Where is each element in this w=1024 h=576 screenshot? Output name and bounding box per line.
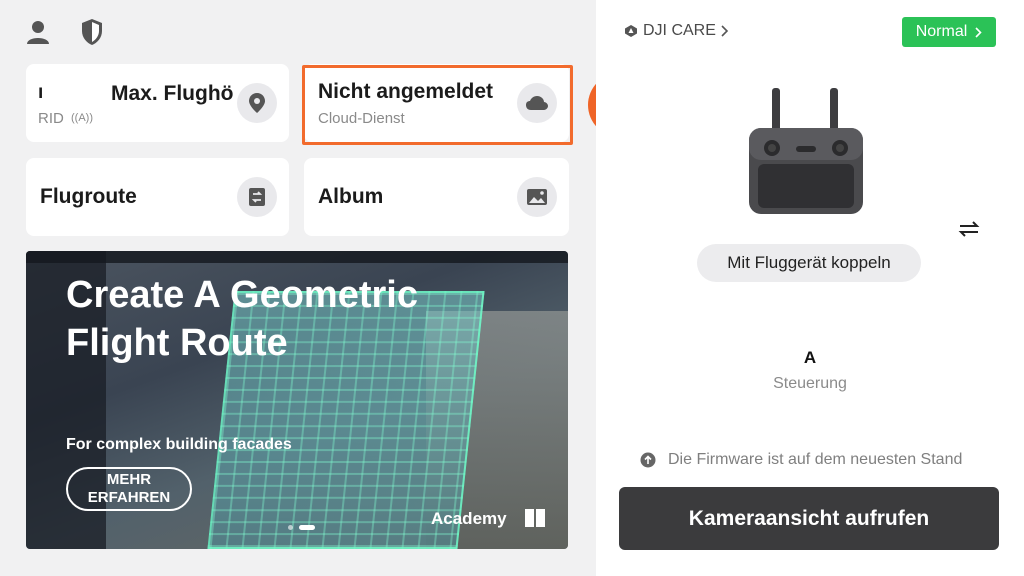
chevron-right-icon (721, 25, 729, 37)
learn-more-button[interactable]: MEHR ERFAHREN (66, 467, 192, 511)
chevron-right-icon (975, 26, 982, 38)
controller-letter: A (803, 348, 817, 367)
max-altitude-label: Max. Flughö (111, 82, 234, 105)
academy-label: Academy (431, 509, 507, 528)
album-label: Album (318, 185, 384, 208)
rid-label: RID (38, 110, 64, 127)
flight-route-label: Flugroute (40, 185, 137, 208)
book-icon[interactable] (524, 507, 546, 534)
route-list-icon (237, 177, 277, 217)
controller-label: Steuerung (773, 375, 847, 392)
pair-aircraft-button[interactable]: Mit Fluggerät koppeln (697, 244, 921, 282)
banner-title: Create A Geometric Flight Route (66, 274, 418, 364)
cloud-icon (517, 83, 557, 123)
carousel-dot[interactable] (288, 525, 293, 530)
rid-altitude-card[interactable]: ı Max. Flughö RID ((A)) (26, 64, 289, 142)
flight-route-card[interactable]: Flugroute (26, 158, 289, 236)
cloud-service-card[interactable]: Nicht angemeldet Cloud-Dienst (304, 64, 569, 142)
banner-top-bar (26, 251, 568, 263)
flight-mode-label: Normal (915, 23, 968, 40)
user-icon[interactable] (24, 16, 52, 48)
promo-banner[interactable]: Create A Geometric Flight Route For comp… (26, 251, 568, 549)
rid-card-partial-text: ı (38, 82, 44, 103)
album-card[interactable]: Album (304, 158, 569, 236)
shield-icon[interactable] (78, 16, 106, 48)
image-icon (517, 177, 557, 217)
rid-signal-indicator: ((A)) (71, 112, 93, 124)
firmware-status: Die Firmware ist auf dem neuesten Stand (640, 451, 962, 469)
carousel-dots[interactable] (288, 525, 315, 530)
cloud-login-status: Nicht angemeldet (318, 80, 494, 103)
left-panel: ı Max. Flughö RID ((A)) Nicht angemeldet… (0, 0, 652, 576)
cloud-service-label: Cloud-Dienst (318, 110, 405, 127)
dji-care-link[interactable]: DJI CARE (624, 22, 729, 40)
firmware-upload-icon (640, 452, 656, 468)
flight-mode-badge[interactable]: Normal (902, 17, 996, 47)
location-pin-icon (237, 83, 277, 123)
swap-arrows-icon[interactable] (958, 220, 980, 243)
right-panel: DJI CARE Normal Mit Fluggerät koppeln A … (596, 0, 1024, 576)
remote-controller-image (744, 86, 868, 216)
firmware-status-text: Die Firmware ist auf dem neuesten Stand (668, 451, 963, 468)
banner-subtitle: For complex building facades (66, 436, 292, 453)
carousel-dot-active[interactable] (299, 525, 315, 530)
dji-care-label: DJI CARE (643, 22, 716, 39)
enter-camera-view-button[interactable]: Kameraansicht aufrufen (619, 487, 999, 550)
dji-care-icon (625, 25, 637, 37)
